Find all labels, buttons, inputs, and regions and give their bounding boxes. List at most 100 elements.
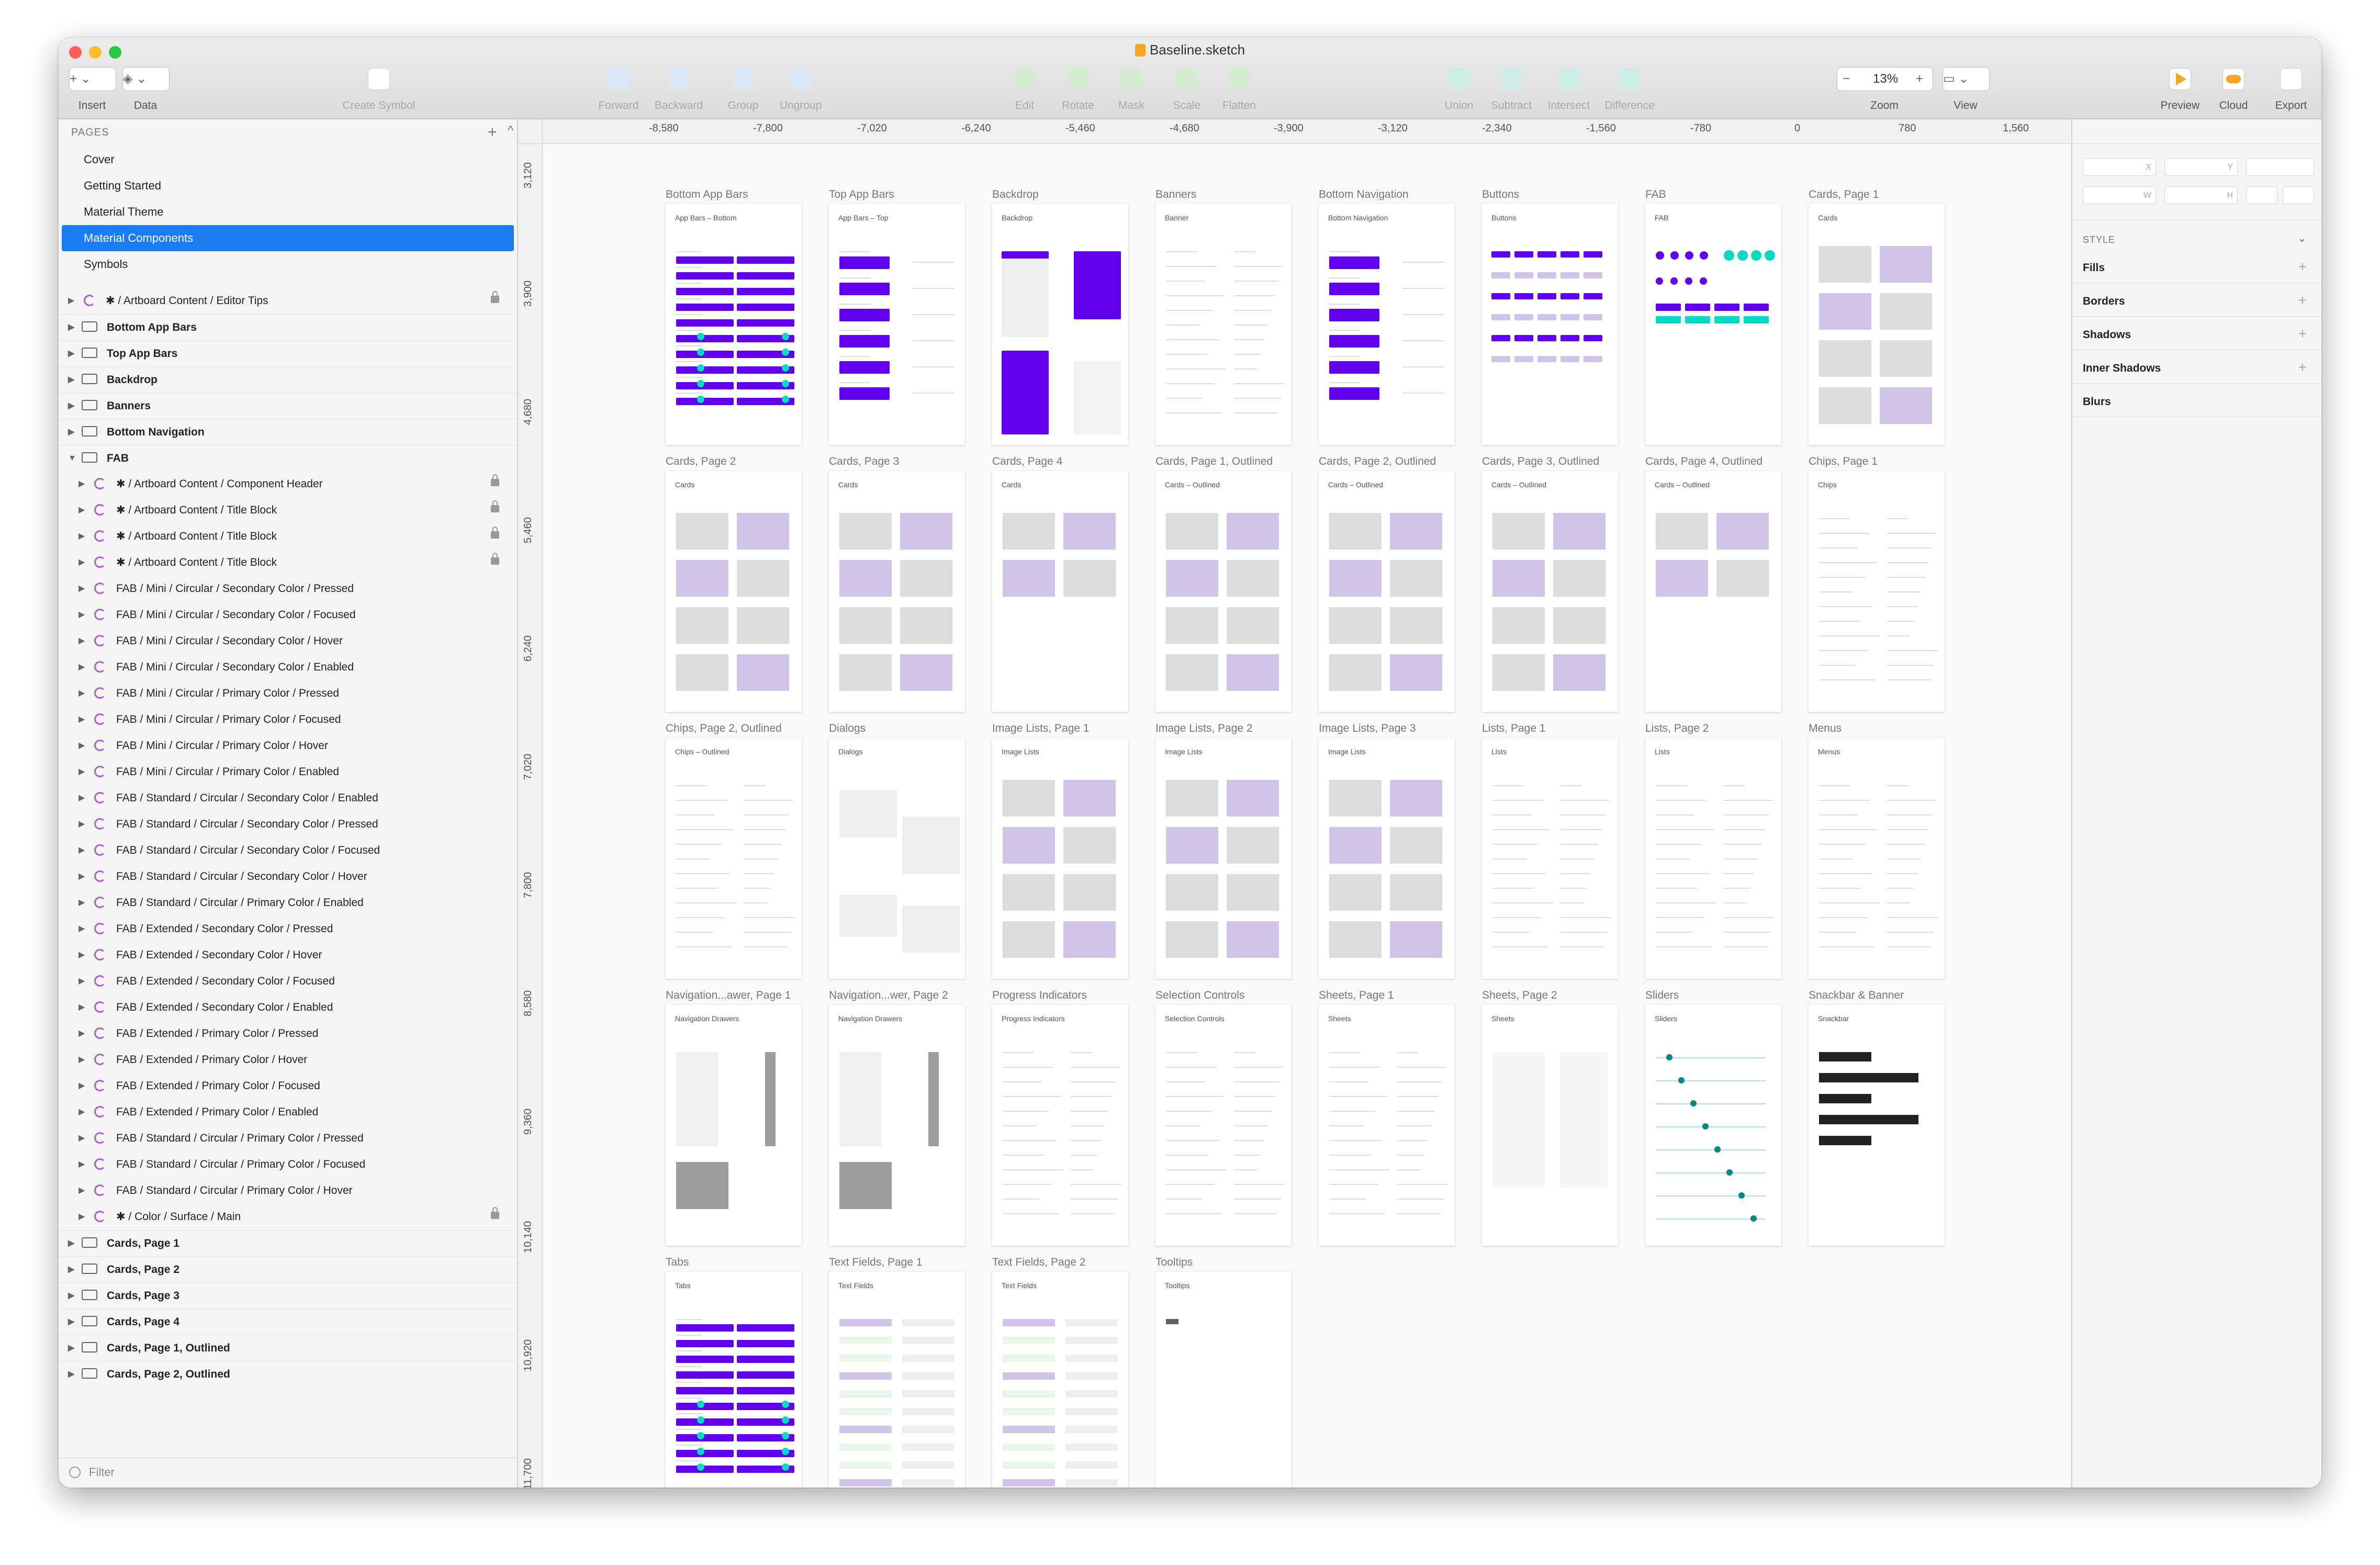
disclosure-collapsed-icon[interactable]: ▶ bbox=[78, 994, 85, 1021]
view-button[interactable]: ▭ ⌄ bbox=[1943, 67, 1990, 91]
y-field[interactable]: Y bbox=[2164, 158, 2238, 176]
insert-button[interactable]: + ⌄ bbox=[69, 67, 116, 91]
artboard[interactable]: Chips bbox=[1809, 471, 1945, 712]
artboard[interactable]: Cards bbox=[992, 471, 1128, 712]
artboard-title[interactable]: Sliders bbox=[1645, 989, 1679, 1002]
disclosure-collapsed-icon[interactable]: ▶ bbox=[68, 341, 74, 367]
artboard[interactable]: Text Fields bbox=[992, 1272, 1128, 1488]
artboard-title[interactable]: Image Lists, Page 2 bbox=[1155, 722, 1253, 735]
disclosure-collapsed-icon[interactable]: ▶ bbox=[68, 1361, 74, 1388]
layer-row[interactable]: ▶ FAB / Extended / Primary Color / Focuse… bbox=[59, 1073, 517, 1099]
disclosure-collapsed-icon[interactable]: ▶ bbox=[78, 837, 85, 864]
add-inner-shadows-icon[interactable]: + bbox=[2298, 359, 2307, 376]
artboard-title[interactable]: Cards, Page 3, Outlined bbox=[1482, 455, 1599, 468]
preview-icon[interactable] bbox=[2169, 68, 2191, 90]
layer-row[interactable]: ▶ FAB / Standard / Circular / Primary Col… bbox=[59, 1152, 517, 1178]
artboard-title[interactable]: Image Lists, Page 3 bbox=[1319, 722, 1416, 735]
layer-row[interactable]: ▶ Cards, Page 2 bbox=[59, 1256, 517, 1282]
disclosure-collapsed-icon[interactable]: ▶ bbox=[78, 576, 85, 602]
ruler-corner-lock-icon[interactable] bbox=[518, 119, 543, 144]
add-shadows-icon[interactable]: + bbox=[2298, 326, 2307, 342]
export-icon[interactable] bbox=[2280, 68, 2302, 90]
artboard[interactable]: Lists bbox=[1645, 738, 1781, 979]
chevron-down-icon[interactable]: ⌄ bbox=[2297, 231, 2307, 245]
disclosure-collapsed-icon[interactable]: ▶ bbox=[68, 1283, 74, 1309]
disclosure-collapsed-icon[interactable]: ▶ bbox=[78, 1021, 85, 1047]
flip-horizontal-icon[interactable] bbox=[2246, 186, 2277, 204]
artboard[interactable]: Sheets bbox=[1319, 1005, 1455, 1246]
layer-row[interactable]: ▶ Bottom App Bars bbox=[59, 314, 517, 340]
disclosure-collapsed-icon[interactable]: ▶ bbox=[78, 680, 85, 707]
layer-row[interactable]: ▶ FAB / Extended / Primary Color / Presse… bbox=[59, 1021, 517, 1047]
layer-row[interactable]: ▶ FAB / Extended / Primary Color / Hover bbox=[59, 1047, 517, 1073]
layer-row[interactable]: ▶ ✱ / Artboard Content / Title Block bbox=[59, 523, 517, 550]
add-page-button[interactable]: + bbox=[488, 124, 497, 141]
artboard-title[interactable]: Sheets, Page 2 bbox=[1482, 989, 1557, 1002]
artboard[interactable]: Cards – Outlined bbox=[1319, 471, 1455, 712]
disclosure-collapsed-icon[interactable]: ▶ bbox=[78, 759, 85, 785]
disclosure-collapsed-icon[interactable]: ▶ bbox=[78, 733, 85, 759]
add-borders-icon[interactable]: + bbox=[2298, 292, 2307, 309]
artboard-title[interactable]: Cards, Page 1, Outlined bbox=[1155, 455, 1273, 468]
artboard-title[interactable]: Lists, Page 2 bbox=[1645, 722, 1709, 735]
data-button[interactable]: ◈ ⌄ bbox=[122, 67, 170, 91]
layer-row[interactable]: ▶ FAB / Extended / Secondary Color / Hove… bbox=[59, 942, 517, 968]
artboard[interactable]: Bottom Navigation bbox=[1319, 204, 1455, 445]
layer-row[interactable]: ▶ FAB / Extended / Secondary Color / Focu… bbox=[59, 968, 517, 994]
artboard[interactable]: Chips – Outlined bbox=[666, 738, 802, 979]
layer-row[interactable]: ▶ ✱ / Artboard Content / Title Block bbox=[59, 497, 517, 523]
disclosure-collapsed-icon[interactable]: ▶ bbox=[68, 1257, 74, 1283]
artboard[interactable]: Menus bbox=[1809, 738, 1945, 979]
rotate-icon[interactable] bbox=[1068, 68, 1088, 89]
disclosure-collapsed-icon[interactable]: ▶ bbox=[78, 707, 85, 733]
layer-row[interactable]: ▶ FAB / Mini / Circular / Secondary Color… bbox=[59, 628, 517, 654]
disclosure-collapsed-icon[interactable]: ▶ bbox=[78, 785, 85, 811]
layer-row[interactable]: ▶ ✱ / Artboard Content / Editor Tips bbox=[59, 288, 517, 314]
lock-icon[interactable] bbox=[491, 553, 499, 565]
artboard-title[interactable]: FAB bbox=[1645, 188, 1666, 201]
flip-vertical-icon[interactable] bbox=[2283, 186, 2314, 204]
layer-row[interactable]: ▶ FAB / Standard / Circular / Primary Col… bbox=[59, 1125, 517, 1152]
layer-row[interactable]: ▶ ✱ / Color / Surface / Main bbox=[59, 1204, 517, 1230]
artboard-title[interactable]: Dialogs bbox=[829, 722, 866, 735]
layer-row[interactable]: ▶ Top App Bars bbox=[59, 340, 517, 366]
artboard[interactable]: Lists bbox=[1482, 738, 1618, 979]
artboard[interactable]: Selection Controls bbox=[1155, 1005, 1292, 1246]
artboard[interactable]: Cards – Outlined bbox=[1645, 471, 1781, 712]
difference-icon[interactable] bbox=[1619, 68, 1640, 89]
artboard[interactable]: FAB bbox=[1645, 204, 1781, 445]
style-section-borders[interactable]: Borders bbox=[2083, 295, 2125, 308]
lock-icon[interactable] bbox=[491, 291, 499, 303]
artboard-title[interactable]: Image Lists, Page 1 bbox=[992, 722, 1090, 735]
artboard-title[interactable]: Snackbar & Banner bbox=[1809, 989, 1904, 1002]
artboard[interactable]: App Bars – Top bbox=[829, 204, 965, 445]
layer-row[interactable]: ▶ FAB / Mini / Circular / Secondary Color… bbox=[59, 576, 517, 602]
lock-icon[interactable] bbox=[491, 1207, 499, 1219]
disclosure-collapsed-icon[interactable]: ▶ bbox=[78, 523, 85, 550]
disclosure-collapsed-icon[interactable]: ▶ bbox=[68, 1231, 74, 1257]
artboard-title[interactable]: Bottom Navigation bbox=[1319, 188, 1409, 201]
rotation-field[interactable] bbox=[2246, 158, 2314, 176]
layer-row[interactable]: ▶ FAB / Mini / Circular / Secondary Color… bbox=[59, 602, 517, 628]
artboard-title[interactable]: Navigation...wer, Page 2 bbox=[829, 989, 948, 1002]
disclosure-collapsed-icon[interactable]: ▶ bbox=[68, 288, 74, 314]
disclosure-collapsed-icon[interactable]: ▶ bbox=[78, 1073, 85, 1099]
ungroup-icon[interactable] bbox=[790, 68, 811, 89]
width-field[interactable]: W bbox=[2083, 186, 2156, 204]
disclosure-collapsed-icon[interactable]: ▶ bbox=[78, 942, 85, 968]
layer-row[interactable]: ▶ Cards, Page 4 bbox=[59, 1309, 517, 1335]
disclosure-collapsed-icon[interactable]: ▶ bbox=[78, 916, 85, 942]
layer-row[interactable]: ▶ Cards, Page 3 bbox=[59, 1282, 517, 1309]
layer-row[interactable]: ▶ FAB / Standard / Circular / Secondary C… bbox=[59, 785, 517, 811]
artboard-title[interactable]: Cards, Page 3 bbox=[829, 455, 899, 468]
layer-row[interactable]: ▶ FAB / Standard / Circular / Secondary C… bbox=[59, 811, 517, 837]
layer-row[interactable]: ▶ Cards, Page 1, Outlined bbox=[59, 1335, 517, 1361]
artboard[interactable]: Buttons bbox=[1482, 204, 1618, 445]
zoom-out-button[interactable]: − bbox=[1843, 68, 1850, 91]
layer-row[interactable]: ▶ Bottom Navigation bbox=[59, 419, 517, 445]
scale-icon[interactable] bbox=[1176, 68, 1197, 89]
layer-row[interactable]: ▶ ✱ / Artboard Content / Title Block bbox=[59, 550, 517, 576]
artboard[interactable]: Cards bbox=[1809, 204, 1945, 445]
layer-row[interactable]: ▶ FAB / Mini / Circular / Primary Color /… bbox=[59, 707, 517, 733]
disclosure-expanded-icon[interactable]: ▼ bbox=[68, 445, 76, 472]
